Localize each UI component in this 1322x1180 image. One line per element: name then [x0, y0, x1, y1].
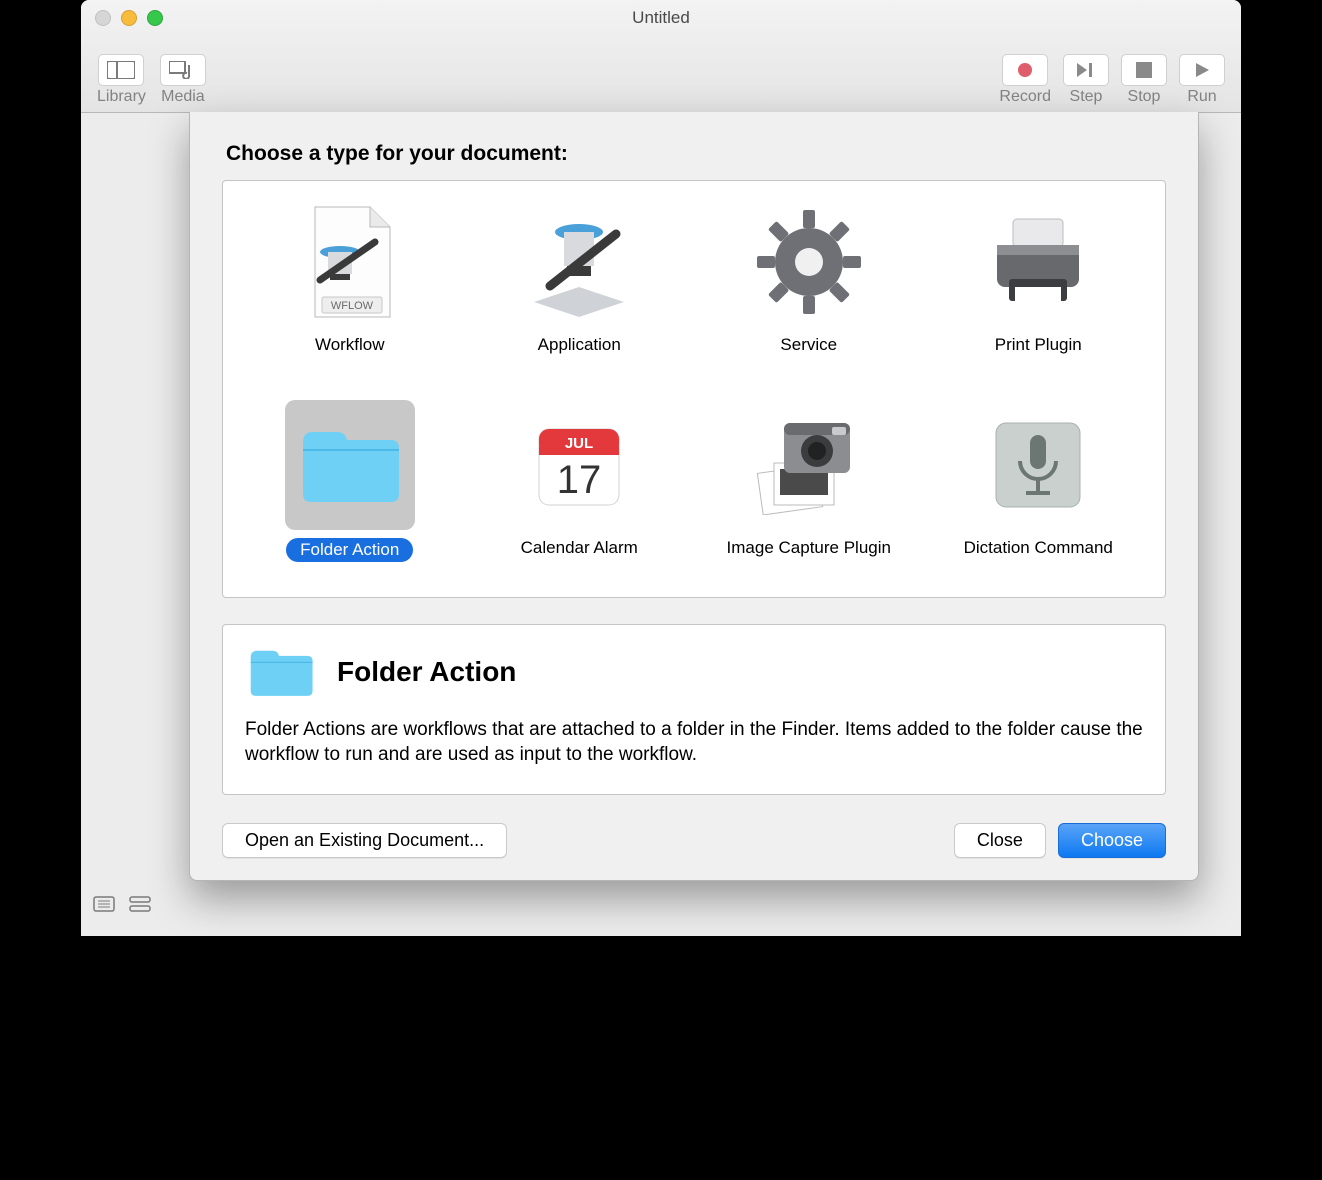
- microphone-icon: [973, 400, 1103, 530]
- log-view-icon[interactable]: [93, 896, 115, 912]
- stop-toolbar-button[interactable]: Stop: [1121, 54, 1167, 106]
- type-application[interactable]: Application: [465, 197, 695, 376]
- choose-button[interactable]: Choose: [1058, 823, 1166, 858]
- info-folder-icon: [245, 643, 317, 701]
- media-toolbar-button[interactable]: Media: [160, 54, 206, 106]
- info-title: Folder Action: [337, 656, 516, 688]
- library-icon: [98, 54, 144, 86]
- step-toolbar-button[interactable]: Step: [1063, 54, 1109, 106]
- sheet-heading: Choose a type for your document:: [226, 142, 1166, 166]
- workflow-icon: WFLOW: [285, 197, 415, 327]
- info-description: Folder Actions are workflows that are at…: [245, 717, 1143, 768]
- media-icon: [160, 54, 206, 86]
- type-folder-action[interactable]: Folder Action: [235, 400, 465, 579]
- svg-text:17: 17: [557, 458, 602, 502]
- camera-icon: [744, 400, 874, 530]
- gear-icon: [744, 197, 874, 327]
- svg-text:WFLOW: WFLOW: [331, 300, 374, 312]
- record-toolbar-button[interactable]: Record: [999, 54, 1051, 106]
- open-existing-button[interactable]: Open an Existing Document...: [222, 823, 507, 858]
- library-toolbar-button[interactable]: Library: [97, 54, 146, 106]
- calendar-icon: JUL 17: [514, 400, 644, 530]
- type-workflow[interactable]: WFLOW Workflow: [235, 197, 465, 376]
- run-toolbar-button[interactable]: Run: [1179, 54, 1225, 106]
- run-icon: [1179, 54, 1225, 86]
- type-print-plugin[interactable]: Print Plugin: [924, 197, 1154, 376]
- type-calendar-alarm[interactable]: JUL 17 Calendar Alarm: [465, 400, 695, 579]
- record-icon: [1002, 54, 1048, 86]
- printer-icon: [973, 197, 1103, 327]
- type-grid: WFLOW Workflow: [222, 180, 1166, 598]
- variables-view-icon[interactable]: [129, 896, 151, 912]
- type-image-capture-plugin[interactable]: Image Capture Plugin: [694, 400, 924, 579]
- svg-text:JUL: JUL: [565, 435, 593, 452]
- stop-icon: [1121, 54, 1167, 86]
- folder-icon: [285, 400, 415, 530]
- step-icon: [1063, 54, 1109, 86]
- close-button[interactable]: Close: [954, 823, 1046, 858]
- application-icon: [514, 197, 644, 327]
- status-bar: [93, 896, 151, 912]
- type-service[interactable]: Service: [694, 197, 924, 376]
- titlebar: Untitled Library Media Record: [81, 0, 1241, 113]
- window-title: Untitled: [81, 8, 1241, 28]
- info-panel: Folder Action Folder Actions are workflo…: [222, 624, 1166, 795]
- document-type-sheet: Choose a type for your document: WFLOW: [189, 112, 1199, 881]
- automator-window: Untitled Library Media Record: [81, 0, 1241, 936]
- type-dictation-command[interactable]: Dictation Command: [924, 400, 1154, 579]
